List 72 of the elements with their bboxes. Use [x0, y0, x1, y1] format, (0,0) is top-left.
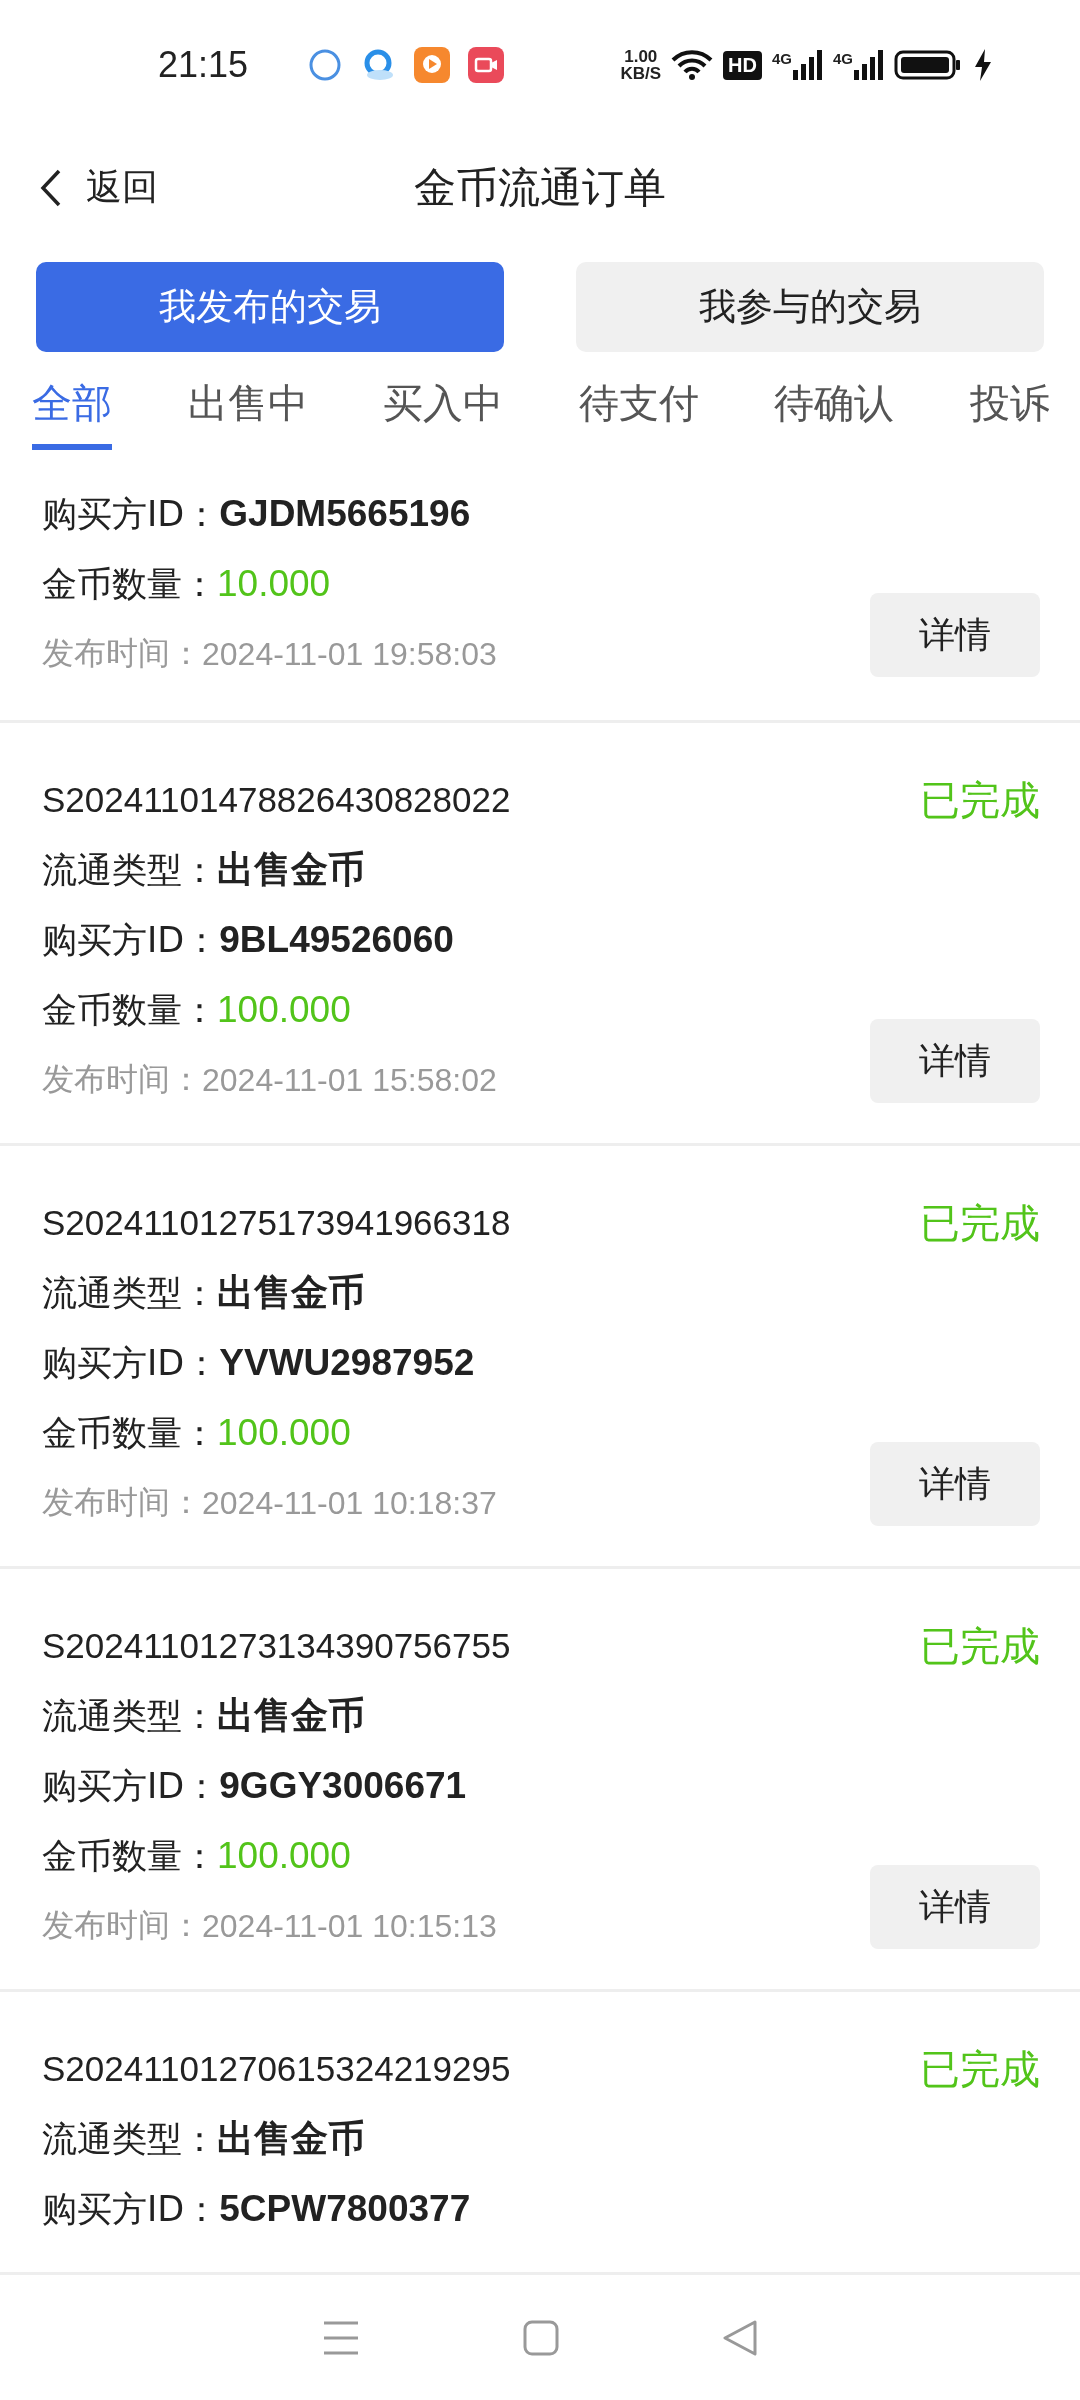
network-type: 4G: [771, 50, 792, 67]
play-icon: [414, 47, 450, 83]
network-speed: 1.00 KB/S: [620, 48, 662, 82]
field-label: 金币数量：: [42, 562, 217, 606]
charging-icon: [974, 49, 992, 81]
field-label: 发布时间：: [42, 1905, 202, 1946]
details-button[interactable]: 详情: [870, 1442, 1040, 1526]
signal-icon: [793, 50, 823, 80]
field-label: 购买方ID：: [42, 2187, 220, 2231]
buyer-id: GJDM5665196: [219, 493, 471, 535]
buyer-id: 9BL49526060: [219, 919, 454, 961]
wifi-icon: [671, 49, 714, 81]
home-icon[interactable]: [523, 2319, 559, 2356]
order-number: S20241101270615324219295: [42, 2049, 511, 2089]
field-label: 流通类型：: [42, 2117, 217, 2161]
signal-icon: [854, 50, 884, 80]
trade-type: 出售金币: [217, 2117, 365, 2161]
filter-tab[interactable]: 全部: [32, 352, 112, 450]
coin-amount: 100.000: [217, 1835, 351, 1877]
order-status: 已完成: [920, 2044, 1040, 2094]
field-label: 购买方ID：: [42, 918, 220, 962]
field-label: 购买方ID：: [42, 1764, 220, 1808]
coin-amount: 10.000: [217, 563, 331, 605]
segment-tab[interactable]: 我发布的交易: [36, 262, 504, 352]
camera-icon: [468, 47, 504, 83]
publish-time: 2024-11-01 10:15:13: [202, 1907, 497, 1945]
details-button[interactable]: 详情: [870, 1865, 1040, 1949]
field-label: 发布时间：: [42, 1482, 202, 1523]
hd-badge: HD: [723, 50, 762, 80]
network-type: 4G: [833, 50, 853, 67]
filter-tab[interactable]: 待支付: [578, 352, 699, 450]
filter-tab[interactable]: 买入中: [383, 352, 504, 450]
back-button[interactable]: 返回: [40, 163, 158, 212]
publish-time: 2024-11-01 10:18:37: [202, 1484, 497, 1522]
trade-type: 出售金币: [217, 848, 365, 892]
order-number: S20241101478826430828022: [42, 780, 511, 820]
order-status: 已完成: [920, 1621, 1040, 1671]
field-label: 金币数量：: [42, 1834, 217, 1878]
details-button[interactable]: 详情: [870, 1019, 1040, 1103]
filter-tab[interactable]: 出售中: [187, 352, 308, 450]
trade-type: 出售金币: [217, 1271, 365, 1315]
segment-tab[interactable]: 我参与的交易: [576, 262, 1044, 352]
buyer-id: YVWU2987952: [219, 1342, 475, 1384]
publish-time: 2024-11-01 15:58:02: [202, 1061, 497, 1099]
status-time: 21:15: [158, 44, 250, 86]
coin-amount: 100.000: [217, 989, 351, 1031]
field-label: 发布时间：: [42, 1059, 202, 1100]
filter-tab[interactable]: 投诉: [969, 352, 1050, 450]
app-icon: [308, 48, 342, 82]
trade-type: 出售金币: [217, 1694, 365, 1738]
filter-tab[interactable]: 待确认: [774, 352, 895, 450]
field-label: 发布时间：: [42, 633, 202, 674]
field-label: 购买方ID：: [42, 1341, 220, 1385]
field-label: 购买方ID：: [42, 492, 220, 536]
details-button[interactable]: 详情: [870, 593, 1040, 677]
order-status: 已完成: [920, 775, 1040, 825]
coin-amount: 100.000: [217, 1412, 351, 1454]
field-label: 流通类型：: [42, 1694, 217, 1738]
menu-icon[interactable]: [321, 2319, 360, 2356]
page-title: 金币流通订单: [414, 161, 666, 214]
field-label: 金币数量：: [42, 988, 217, 1032]
order-number: S20241101275173941966318: [42, 1203, 511, 1243]
field-label: 流通类型：: [42, 1271, 217, 1315]
order-status: 已完成: [920, 1198, 1040, 1248]
buyer-id: 5CPW7800377: [219, 2188, 471, 2230]
back-nav-icon[interactable]: [722, 2319, 759, 2356]
buyer-id: 9GGY3006671: [219, 1765, 467, 1807]
field-label: 流通类型：: [42, 848, 217, 892]
field-label: 金币数量：: [42, 1411, 217, 1455]
back-icon: [40, 167, 62, 208]
publish-time: 2024-11-01 19:58:03: [202, 635, 497, 673]
order-number: S20241101273134390756755: [42, 1626, 511, 1666]
